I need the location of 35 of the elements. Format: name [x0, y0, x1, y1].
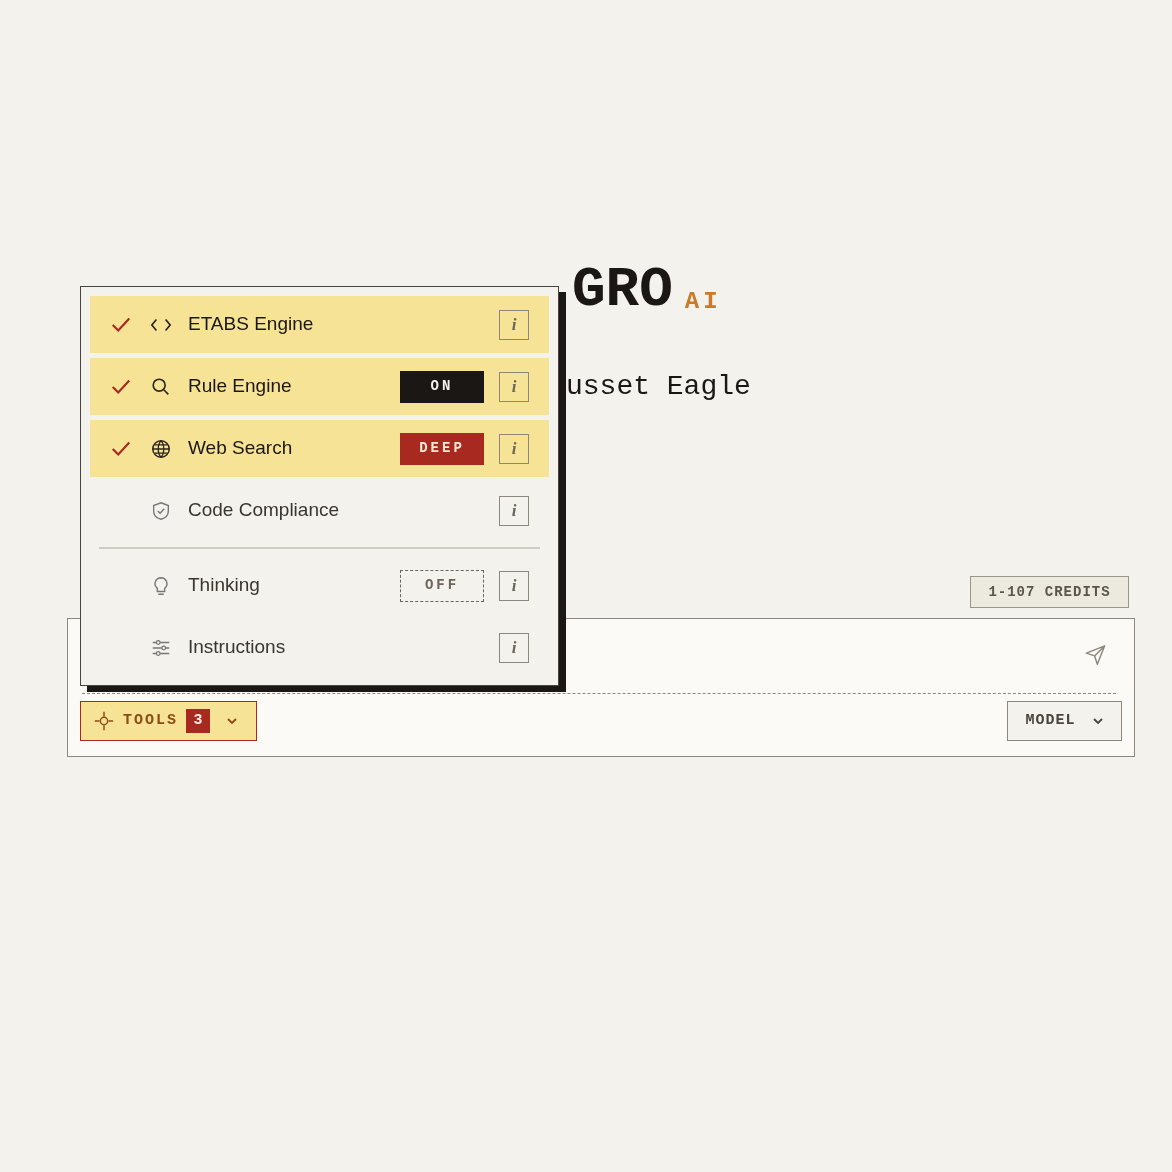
- tool-item[interactable]: Code Compliance i: [90, 482, 549, 539]
- tool-item[interactable]: Thinking OFF i: [90, 557, 549, 614]
- tool-label: Code Compliance: [188, 498, 340, 523]
- tool-label: Instructions: [188, 635, 286, 660]
- chevron-down-icon: [1091, 715, 1104, 727]
- info-button[interactable]: i: [499, 570, 529, 601]
- info-button[interactable]: i: [499, 433, 529, 464]
- info-button[interactable]: i: [499, 309, 529, 340]
- tool-item[interactable]: ETABS Engine i: [90, 296, 549, 353]
- info-button[interactable]: i: [499, 632, 529, 663]
- info-button[interactable]: i: [499, 495, 529, 526]
- send-icon[interactable]: [1084, 644, 1107, 666]
- mode-badge[interactable]: OFF: [400, 569, 484, 602]
- tool-label: ETABS Engine: [188, 312, 314, 337]
- count-badge: 3: [186, 709, 210, 733]
- chevron-down-icon: [226, 715, 238, 727]
- mode-badge[interactable]: ON: [400, 370, 484, 403]
- sun-icon: [93, 710, 115, 732]
- search-icon: [150, 375, 172, 398]
- mode-badge[interactable]: DEEP: [400, 432, 484, 465]
- tools-button[interactable]: TOOLS 3: [80, 701, 257, 741]
- tool-label: Rule Engine: [188, 374, 292, 399]
- credits-badge: 1-107 CREDITS: [970, 576, 1129, 608]
- shield-check-icon: [150, 499, 172, 522]
- tool-item[interactable]: Instructions i: [90, 619, 549, 676]
- subtitle: usset Eagle: [566, 373, 751, 401]
- info-button[interactable]: i: [499, 371, 529, 402]
- tool-item[interactable]: Web Search DEEP i: [90, 420, 549, 477]
- title-suffix: AI: [684, 290, 722, 314]
- tool-item[interactable]: Rule Engine ON i: [90, 358, 549, 415]
- model-button[interactable]: MODEL: [1007, 701, 1122, 741]
- tool-label: Web Search: [188, 436, 293, 461]
- tool-label: Thinking: [188, 573, 260, 598]
- app-title: GRO: [572, 262, 673, 318]
- globe-icon: [150, 437, 172, 460]
